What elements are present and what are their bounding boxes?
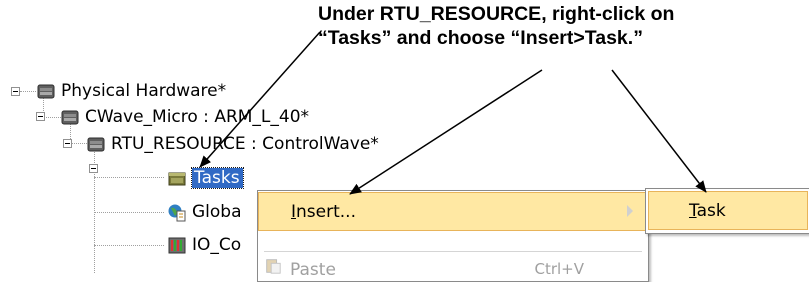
arrow-to-task (611, 69, 707, 193)
arrow-to-insert (349, 69, 543, 195)
arrow-to-tasks (199, 31, 321, 168)
arrows-overlay (199, 31, 707, 195)
